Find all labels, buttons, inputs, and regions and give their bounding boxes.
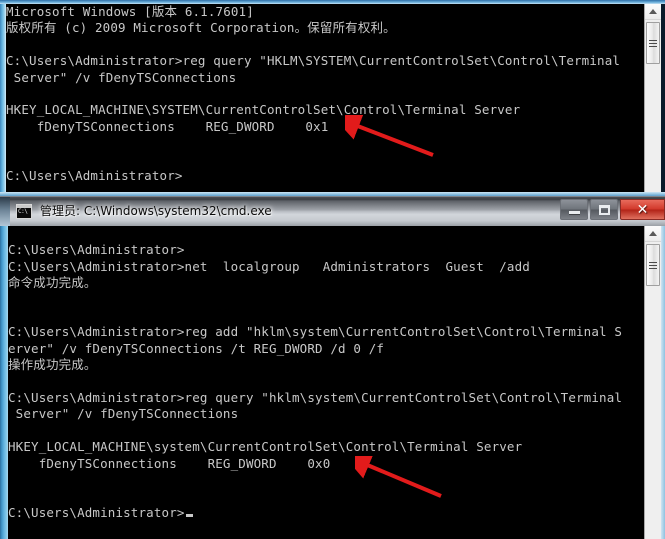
console-output-bottom: C:\Users\Administrator> C:\Users\Administ… bbox=[8, 226, 622, 521]
console-line: C:\Users\Administrator>reg query "hklm\s… bbox=[8, 390, 622, 406]
console-line: Microsoft Windows [版本 6.1.7601] bbox=[6, 4, 620, 20]
console-text-run: C:\Users\Administrator>net localgroup Ad… bbox=[8, 258, 530, 274]
console-line: HKEY_LOCAL_MACHINE\SYSTEM\CurrentControl… bbox=[6, 102, 620, 118]
close-icon: ✕ bbox=[636, 201, 649, 218]
titlebar-left-corner bbox=[0, 197, 10, 226]
console-line: C:\Users\Administrator> bbox=[8, 505, 622, 521]
scroll-up-arrow-icon-top[interactable] bbox=[645, 4, 661, 20]
maximize-button[interactable] bbox=[590, 199, 618, 220]
minimize-button[interactable] bbox=[560, 199, 588, 220]
console-line: C:\Users\Administrator> bbox=[6, 168, 620, 184]
console-text-run: HKEY_LOCAL_MACHINE\system\CurrentControl… bbox=[8, 439, 523, 455]
grip-lines-icon bbox=[649, 39, 657, 47]
console-text-run: 6.1.7601] bbox=[177, 4, 254, 19]
console-text-run: fDenyTSConnections REG_DWORD 0x1 bbox=[6, 118, 329, 134]
console-text-run: 版本 bbox=[151, 4, 178, 19]
console-text-run: C:\Users\Administrator> bbox=[8, 504, 185, 520]
console-line: fDenyTSConnections REG_DWORD 0x1 bbox=[6, 119, 620, 135]
console-text-run: C:\Users\Administrator> bbox=[8, 242, 185, 258]
console-text-run: 。保留所有权利。 bbox=[294, 20, 396, 36]
console-line: Server" /v fDenyTSConnections bbox=[8, 406, 622, 422]
console-text-run: C:\Users\Administrator>reg query "hklm\s… bbox=[8, 390, 623, 406]
console-text-run: Server" /v fDenyTSConnections bbox=[8, 406, 239, 422]
scroll-up-arrow-icon-bottom[interactable] bbox=[645, 226, 661, 242]
cmd-window-top[interactable]: Microsoft Windows [版本 6.1.7601] 版权所有 (c) … bbox=[0, 0, 665, 196]
maximize-icon bbox=[598, 204, 610, 215]
scrollbar-thumb-bottom[interactable] bbox=[646, 244, 660, 286]
console-text-run: C:\Users\Administrator> bbox=[6, 168, 183, 184]
scrollbar-top[interactable] bbox=[644, 4, 661, 192]
cmd-window-bottom[interactable]: C:\ 管理员: C:\Windows\system32\cmd.exe ✕ C… bbox=[0, 196, 665, 539]
grip-lines-icon bbox=[649, 261, 657, 269]
console-line: C:\Users\Administrator>reg add "hklm\sys… bbox=[8, 324, 622, 340]
console-text-run: C:\Users\Administrator>reg query "HKLM\S… bbox=[6, 53, 621, 69]
console-text-run: Microsoft Windows [ bbox=[6, 4, 152, 19]
console-surface-top[interactable]: Microsoft Windows [版本 6.1.7601] 版权所有 (c) … bbox=[6, 4, 644, 192]
console-line: 命令成功完成。 bbox=[8, 275, 622, 291]
console-output-top: Microsoft Windows [版本 6.1.7601] 版权所有 (c) … bbox=[6, 4, 620, 184]
console-line: Server" /v fDenyTSConnections bbox=[6, 70, 620, 86]
console-text-run: (c) 2009 Microsoft Corporation bbox=[56, 20, 295, 36]
titlebar-bottom[interactable]: C:\ 管理员: C:\Windows\system32\cmd.exe ✕ bbox=[0, 196, 665, 226]
minimize-icon bbox=[568, 211, 580, 214]
scrollbar-track-bottom[interactable] bbox=[645, 242, 661, 539]
console-line: C:\Users\Administrator>reg query "HKLM\S… bbox=[6, 53, 620, 69]
close-button[interactable]: ✕ bbox=[620, 199, 665, 220]
cmd-app-icon: C:\ bbox=[16, 204, 32, 219]
console-text-run: C:\Users\Administrator>reg add "hklm\sys… bbox=[8, 324, 623, 340]
cmd-icon-label: C:\ bbox=[18, 208, 28, 215]
scrollbar-bottom[interactable] bbox=[644, 226, 661, 539]
console-line: erver" /v fDenyTSConnections /t REG_DWOR… bbox=[8, 341, 622, 357]
console-text-run: 操作成功完成。 bbox=[8, 357, 97, 373]
console-text-run: 命令成功完成。 bbox=[8, 275, 97, 291]
console-text-run: Server" /v fDenyTSConnections bbox=[6, 69, 237, 85]
console-text-run: HKEY_LOCAL_MACHINE\SYSTEM\CurrentControl… bbox=[6, 102, 521, 118]
window-controls-bottom[interactable]: ✕ bbox=[560, 197, 665, 222]
console-line: C:\Users\Administrator>net localgroup Ad… bbox=[8, 259, 622, 275]
desktop-screen: Microsoft Windows [版本 6.1.7601] 版权所有 (c) … bbox=[0, 0, 665, 539]
console-text-run: fDenyTSConnections REG_DWORD 0x0 bbox=[8, 455, 331, 471]
console-line: 操作成功完成。 bbox=[8, 357, 622, 373]
window-bottom-right-border bbox=[661, 226, 665, 539]
console-line: C:\Users\Administrator> bbox=[8, 242, 622, 258]
triangle-up-icon bbox=[649, 9, 657, 14]
window-title-bottom: 管理员: C:\Windows\system32\cmd.exe bbox=[40, 204, 272, 218]
scrollbar-thumb-top[interactable] bbox=[646, 22, 660, 64]
console-text-run: erver" /v fDenyTSConnections /t REG_DWOR… bbox=[8, 340, 385, 356]
console-line: HKEY_LOCAL_MACHINE\system\CurrentControl… bbox=[8, 439, 622, 455]
console-cursor bbox=[185, 513, 193, 517]
window-bottom-left-border bbox=[0, 226, 8, 539]
console-text-run: 版权所有 bbox=[6, 20, 57, 36]
console-line: 版权所有 (c) 2009 Microsoft Corporation。保留所有… bbox=[6, 20, 620, 36]
console-surface-bottom[interactable]: C:\Users\Administrator> C:\Users\Administ… bbox=[8, 226, 644, 539]
triangle-up-icon bbox=[649, 231, 657, 236]
console-line: fDenyTSConnections REG_DWORD 0x0 bbox=[8, 456, 622, 472]
